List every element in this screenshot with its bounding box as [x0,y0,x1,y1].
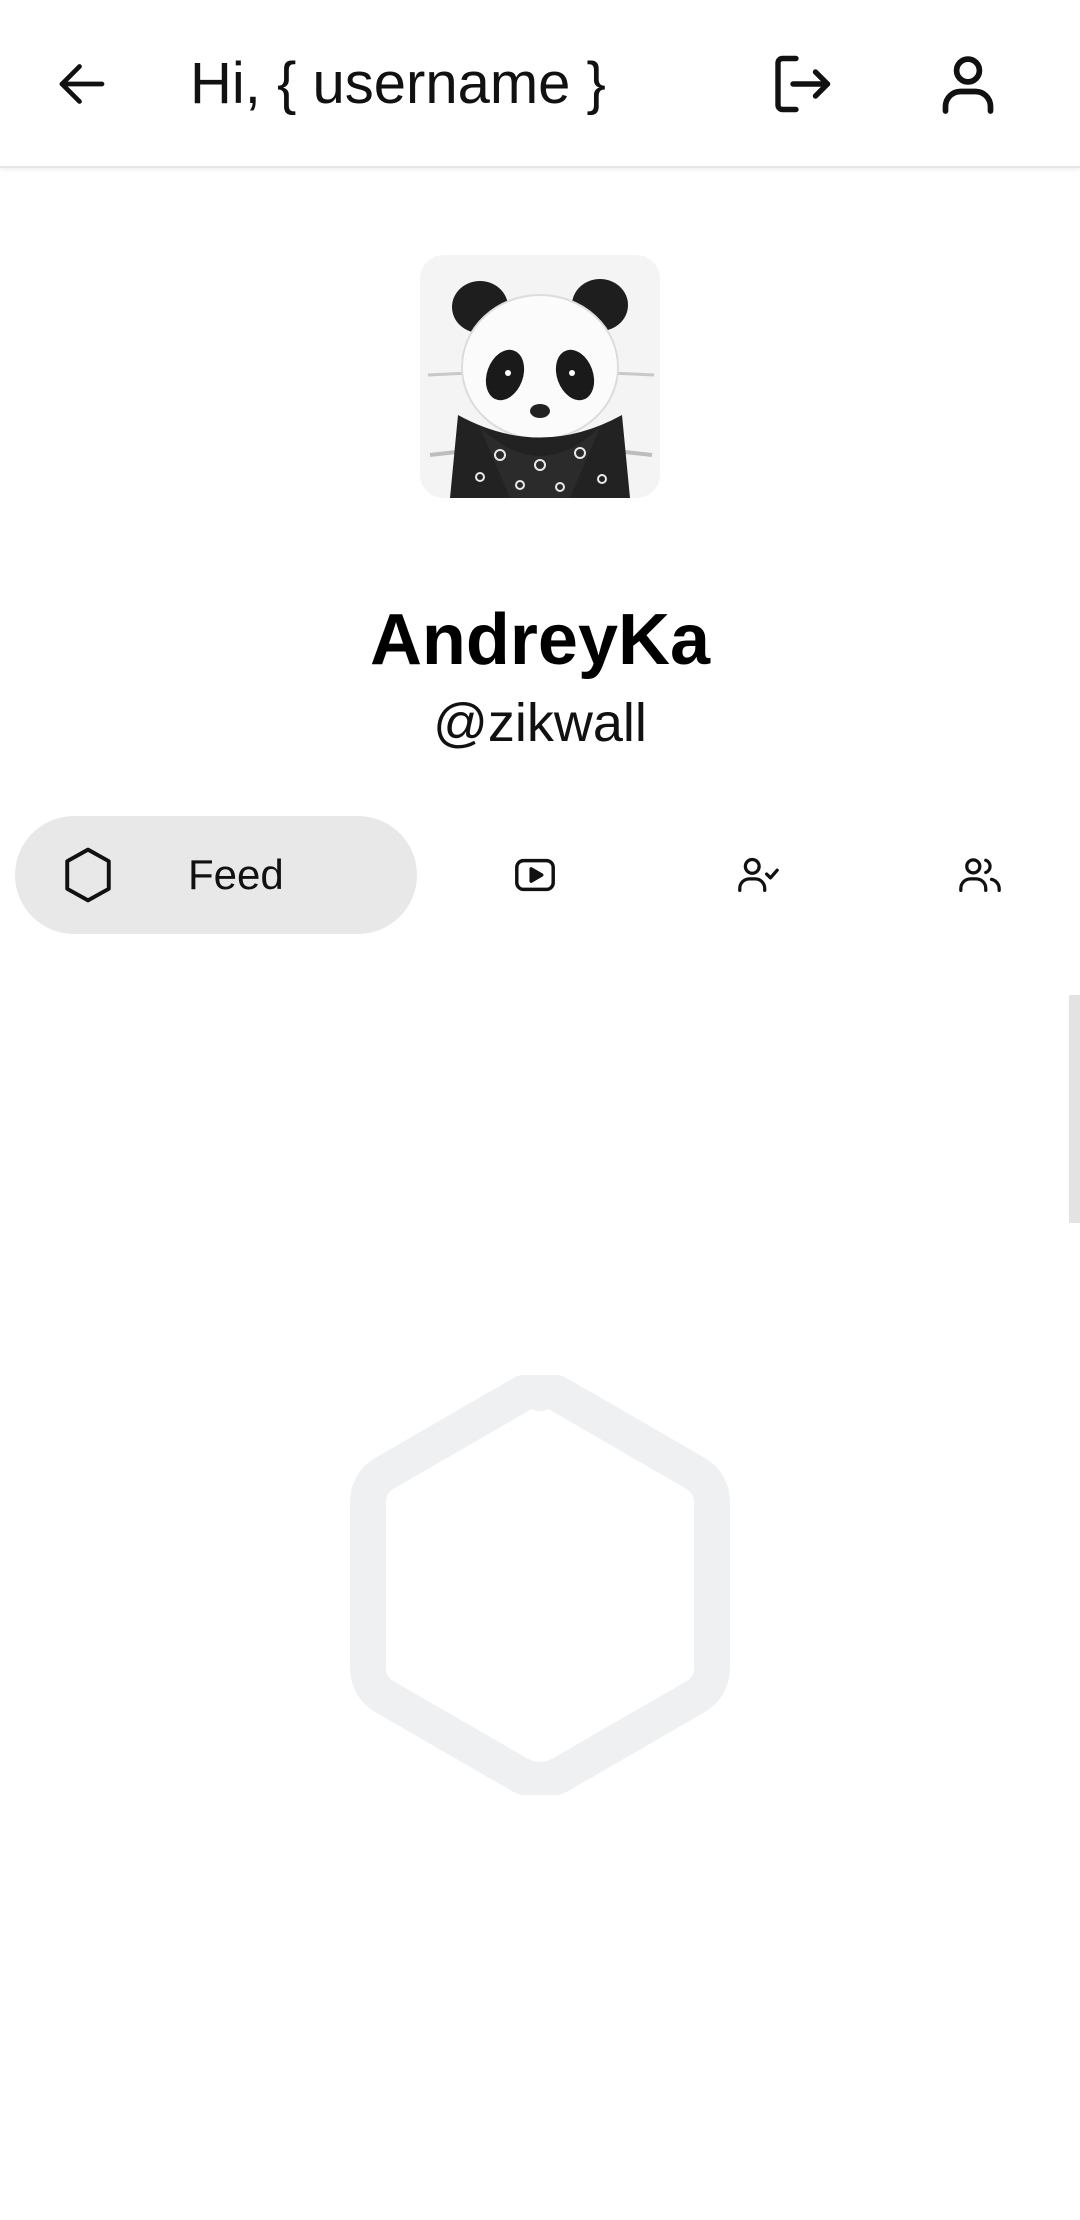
video-play-icon [515,858,555,892]
avatar[interactable] [420,255,660,498]
tab-feed[interactable]: Feed [15,816,417,934]
hexagon-icon [65,847,111,903]
panda-avatar-icon [420,255,660,498]
display-name: AndreyKa [369,600,711,680]
tab-following[interactable] [693,816,823,934]
user-handle: @zikwall [433,693,647,753]
back-button[interactable] [27,29,137,139]
logout-icon [775,55,831,113]
profile-tabs: Feed [0,816,1080,936]
scrollbar-thumb[interactable] [1069,995,1080,1223]
tab-followers[interactable] [915,816,1045,934]
tab-feed-label: Feed [188,851,284,898]
greeting-title: Hi, { username } [190,51,606,116]
profile-button[interactable] [913,29,1023,139]
users-icon [959,858,1001,892]
user-icon [942,56,994,114]
empty-feed-placeholder [350,1373,730,1798]
user-check-icon [738,857,779,892]
arrow-left-icon [59,64,105,104]
tab-videos[interactable] [470,816,600,934]
top-app-bar: Hi, { username } [0,0,1080,168]
profile-screen: Hi, { username } AndreyKa @zikwall Feed [0,0,1080,2220]
logout-button[interactable] [747,29,857,139]
hexagon-placeholder-icon [350,1373,730,1798]
